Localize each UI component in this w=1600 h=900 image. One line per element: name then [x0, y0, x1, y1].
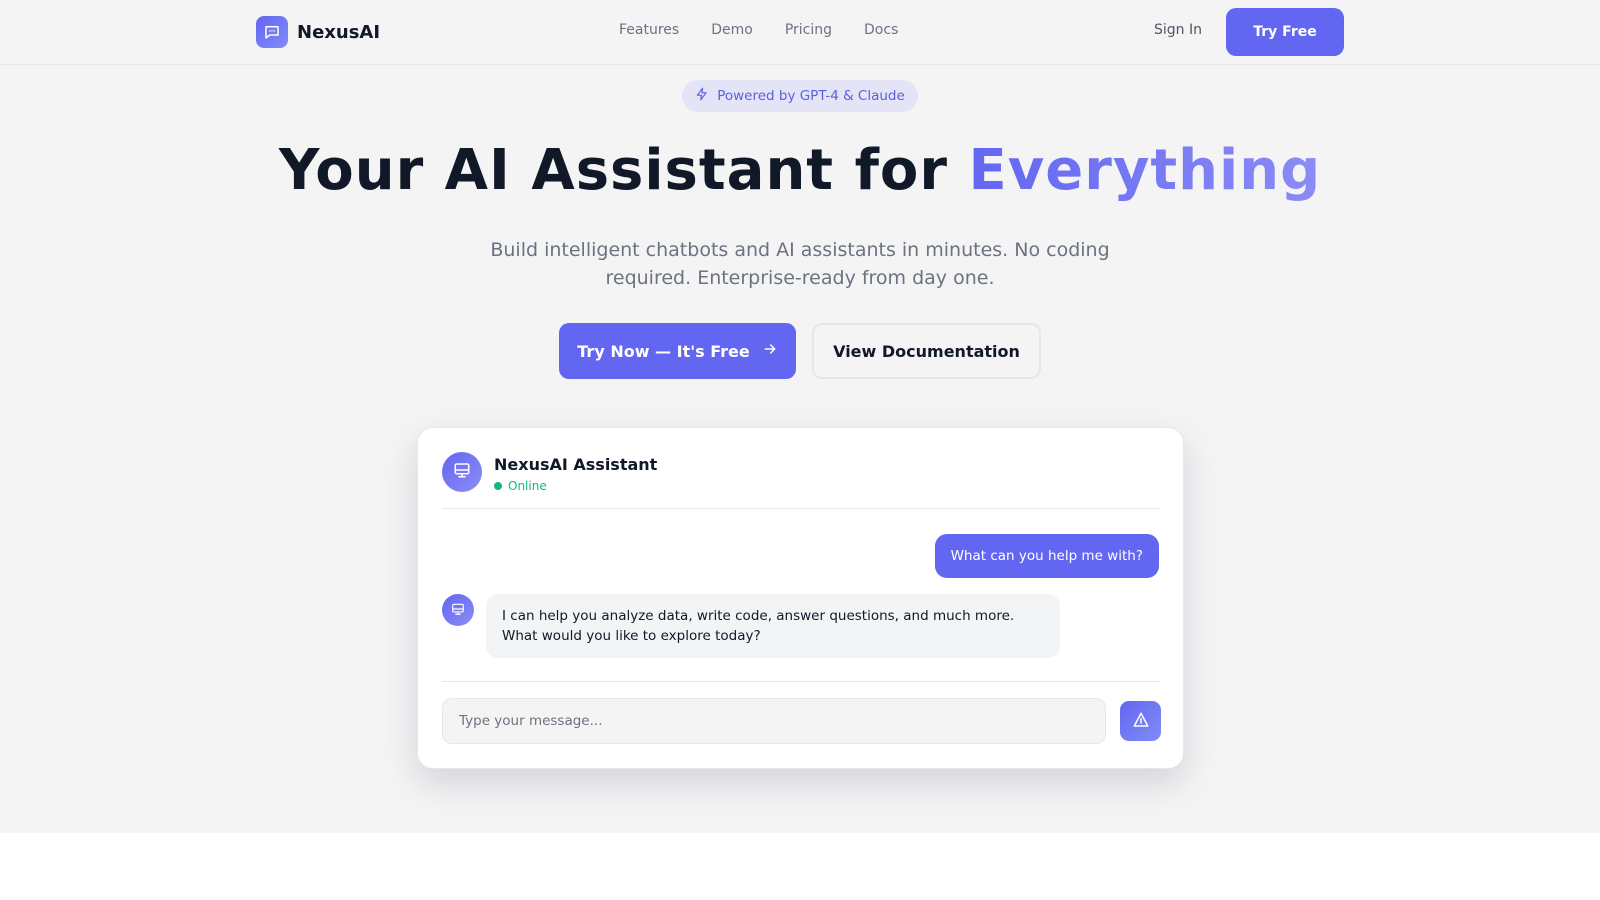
nav-links: Features Demo Pricing Docs: [619, 22, 930, 38]
view-documentation-button[interactable]: View Documentation: [812, 323, 1041, 379]
online-dot: [494, 482, 502, 490]
status-indicator: Online: [494, 479, 547, 493]
bot-message-avatar: [442, 594, 474, 626]
arrow-right-icon: [762, 341, 778, 361]
status-label: Online: [508, 479, 547, 493]
headline-main: Your AI Assistant for: [278, 138, 969, 203]
try-now-label: Try Now — It's Free: [577, 341, 750, 361]
chat-divider: [442, 681, 1161, 682]
assistant-name: NexusAI Assistant: [494, 455, 658, 474]
send-button[interactable]: [1120, 701, 1161, 741]
chat-bubble-icon: [256, 16, 288, 48]
hero-subtitle: Build intelligent chatbots and AI assist…: [490, 239, 1110, 289]
user-message: What can you help me with?: [934, 534, 1159, 578]
brand-name: NexusAI: [297, 21, 381, 43]
nav-link-pricing[interactable]: Pricing: [785, 22, 832, 38]
message-input[interactable]: [442, 698, 1106, 744]
headline-accent: Everything: [968, 138, 1322, 203]
nav-link-demo[interactable]: Demo: [711, 22, 753, 38]
nav-link-docs[interactable]: Docs: [864, 22, 898, 38]
top-navbar: NexusAI Features Demo Pricing Docs Sign …: [0, 0, 1600, 65]
send-icon: [1132, 711, 1150, 732]
try-now-button[interactable]: Try Now — It's Free: [559, 323, 796, 379]
powered-by-badge: Powered by GPT-4 & Claude: [682, 80, 918, 112]
sign-in-link[interactable]: Sign In: [1154, 22, 1202, 38]
try-free-button[interactable]: Try Free: [1226, 8, 1344, 56]
lightning-icon: [695, 87, 709, 105]
monitor-icon: [451, 601, 465, 620]
bot-message: I can help you analyze data, write code,…: [486, 594, 1060, 658]
chat-header: NexusAI Assistant Online: [442, 452, 1161, 509]
badge-label: Powered by GPT-4 & Claude: [717, 88, 905, 104]
brand-logo[interactable]: NexusAI: [256, 16, 380, 48]
assistant-avatar: [442, 452, 482, 492]
nav-link-features[interactable]: Features: [619, 22, 679, 38]
hero-headline: Your AI Assistant for Everything: [0, 138, 1600, 203]
chat-demo-card: NexusAI Assistant Online What can you he…: [417, 427, 1184, 769]
monitor-icon: [453, 461, 471, 483]
